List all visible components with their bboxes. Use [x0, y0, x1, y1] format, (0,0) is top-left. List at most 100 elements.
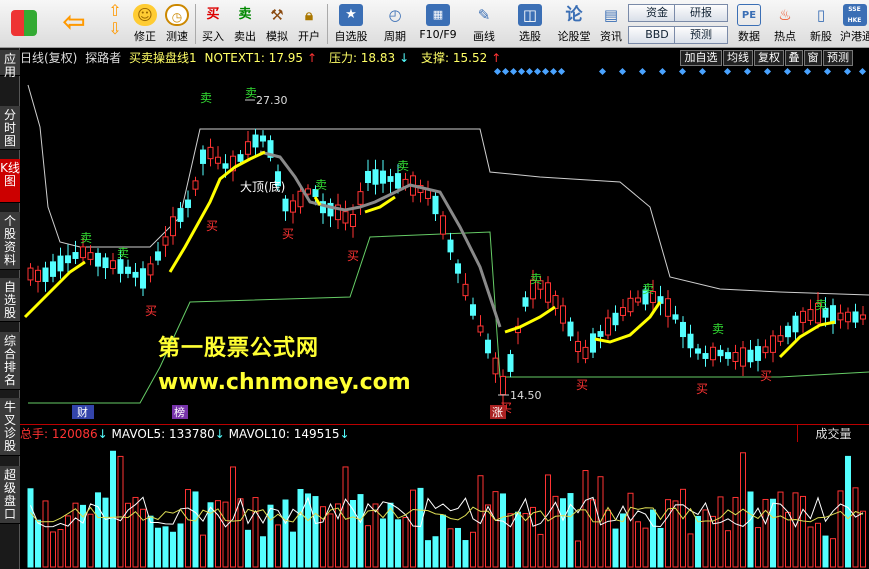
- kline-chart[interactable]: 卖卖卖卖卖卖卖卖卖卖买买买买买买 买买 27.30 14.50 大顶(底) 财 榜…: [20, 67, 869, 569]
- candle-body: [837, 312, 844, 321]
- buy-marker: 买: [206, 219, 218, 233]
- period-text: 日线(复权): [20, 51, 78, 65]
- candle-body: [612, 312, 619, 326]
- volume-bar: [852, 487, 859, 568]
- finance-badge-text: 财: [77, 405, 88, 419]
- forecast-button[interactable]: 预测: [674, 26, 728, 44]
- volume-bar: [290, 531, 296, 568]
- sell-marker: 卖: [642, 282, 654, 296]
- main-toolbar: ⇦ ⇧ ⇩ ☺ 修正 ◷ 测速 买 买入 卖 卖出 ⚒ 模拟 🔒︎ 开户 ★ 自…: [0, 0, 869, 48]
- candle-body: [725, 352, 731, 359]
- candle-body: [57, 255, 64, 272]
- speed-test-label: 测速: [166, 30, 188, 43]
- volume-indicator-name[interactable]: 成交量: [797, 425, 869, 442]
- moving-average-button[interactable]: 均线: [723, 50, 753, 66]
- hk-connect-button[interactable]: SSE HKE 沪港通: [840, 2, 869, 46]
- volume-bar: [657, 527, 664, 568]
- volume-bar: [395, 519, 401, 568]
- indicator-name[interactable]: 买卖操盘线1: [129, 51, 197, 65]
- open-account-button[interactable]: 🔒︎ 开户: [294, 2, 324, 46]
- window-button[interactable]: 窗: [804, 50, 822, 66]
- signal-diamond: [783, 67, 792, 76]
- buy-button[interactable]: 买 买入: [198, 2, 228, 46]
- volume-bar: [267, 504, 274, 568]
- up-down-button[interactable]: ⇧ ⇩: [100, 2, 130, 46]
- tab-kline[interactable]: K线图: [0, 159, 20, 203]
- fix-button[interactable]: ☺ 修正: [128, 2, 162, 46]
- research-button[interactable]: 研报: [674, 4, 728, 22]
- adjust-button[interactable]: 复权: [754, 50, 784, 66]
- tab-stock-profile[interactable]: 个股资料: [0, 212, 20, 270]
- candle-body: [620, 307, 626, 316]
- draw-line-button[interactable]: ✎ 画线: [464, 2, 504, 46]
- overlay-button[interactable]: 叠: [785, 50, 803, 66]
- add-favorite-button[interactable]: 加自选: [680, 50, 722, 66]
- volume-bar: [642, 527, 649, 568]
- candle-body: [95, 252, 101, 267]
- candle-body: [237, 154, 244, 162]
- volume-bar: [515, 511, 521, 568]
- tab-watchlist[interactable]: 自选股: [0, 278, 20, 322]
- f10-icon: ▦: [426, 4, 450, 26]
- buy-marker: 买: [696, 382, 708, 396]
- side-tab-bar: 应用 分时图 K线图 个股资料 自选股 综合排名 牛叉诊股 超级盘口: [0, 48, 20, 569]
- sell-label: 卖出: [234, 30, 256, 43]
- volume-bar: [72, 502, 79, 568]
- back-button[interactable]: ⇦: [52, 2, 96, 46]
- volume-bar: [387, 502, 394, 568]
- simulate-button[interactable]: ⚒ 模拟: [262, 2, 292, 46]
- pressure-value: 压力: 18.83 ↓: [329, 51, 413, 65]
- period-button[interactable]: ◴ 周期: [376, 2, 414, 46]
- app-menu-button[interactable]: [4, 2, 44, 46]
- tab-ranking[interactable]: 综合排名: [0, 332, 20, 390]
- fix-icon: ☺: [133, 4, 157, 26]
- screen-icon: ◫: [518, 4, 542, 26]
- candle-body: [485, 339, 491, 354]
- candle-body: [42, 267, 49, 282]
- tab-apps[interactable]: 应用: [0, 50, 20, 79]
- sell-marker: 卖: [815, 298, 827, 312]
- volume-bar: [177, 523, 184, 568]
- speed-test-button[interactable]: ◷ 测速: [160, 2, 194, 46]
- candle-body: [747, 349, 754, 363]
- volume-bar: [42, 500, 49, 568]
- new-stock-button[interactable]: ▯ 新股: [806, 2, 836, 46]
- candle-body: [215, 156, 221, 164]
- candle-body: [702, 353, 709, 359]
- lock-icon: 🔒︎: [305, 6, 313, 24]
- stock-screen-button[interactable]: ◫ 选股: [508, 2, 552, 46]
- volume-bar: [530, 506, 536, 568]
- news-button[interactable]: ▤ 资讯: [596, 2, 626, 46]
- volume-bar: [470, 531, 476, 568]
- hotspot-button[interactable]: ♨ 热点: [770, 2, 800, 46]
- volume-bar: [800, 495, 806, 568]
- tab-intraday[interactable]: 分时图: [0, 106, 20, 150]
- f10-button[interactable]: ▦ F10/F9: [416, 2, 460, 46]
- volume-bar: [695, 515, 701, 568]
- signal-diamond: [549, 67, 558, 76]
- toolbar-separator: [195, 4, 196, 44]
- signal-diamond: [743, 67, 752, 76]
- forecast-chart-button[interactable]: 预测: [823, 50, 853, 66]
- volume-bar: [732, 496, 739, 568]
- tab-level2[interactable]: 超级盘口: [0, 466, 20, 524]
- fix-label: 修正: [134, 30, 156, 43]
- candle-body: [470, 304, 476, 316]
- volume-bar: [155, 527, 161, 568]
- candle-body: [447, 239, 454, 253]
- favorites-button[interactable]: ★ 自选股: [330, 2, 372, 46]
- data-button[interactable]: PE 数据: [734, 2, 764, 46]
- volume-bar: [252, 497, 259, 568]
- sell-button[interactable]: 卖 卖出: [230, 2, 260, 46]
- forum-button[interactable]: 论 论股堂: [554, 2, 594, 46]
- candle-body: [147, 263, 154, 276]
- tab-diagnosis[interactable]: 牛叉诊股: [0, 398, 20, 456]
- arrow-up-icon: ↑: [491, 51, 502, 65]
- watermark-url: www.chnmoney.com: [158, 370, 411, 395]
- signal-diamond: [525, 67, 534, 76]
- volume-bar: [777, 491, 784, 568]
- candle-body: [50, 261, 56, 277]
- volume-bar: [147, 515, 154, 568]
- signal-diamond: [823, 67, 832, 76]
- volume-bar: [485, 504, 491, 568]
